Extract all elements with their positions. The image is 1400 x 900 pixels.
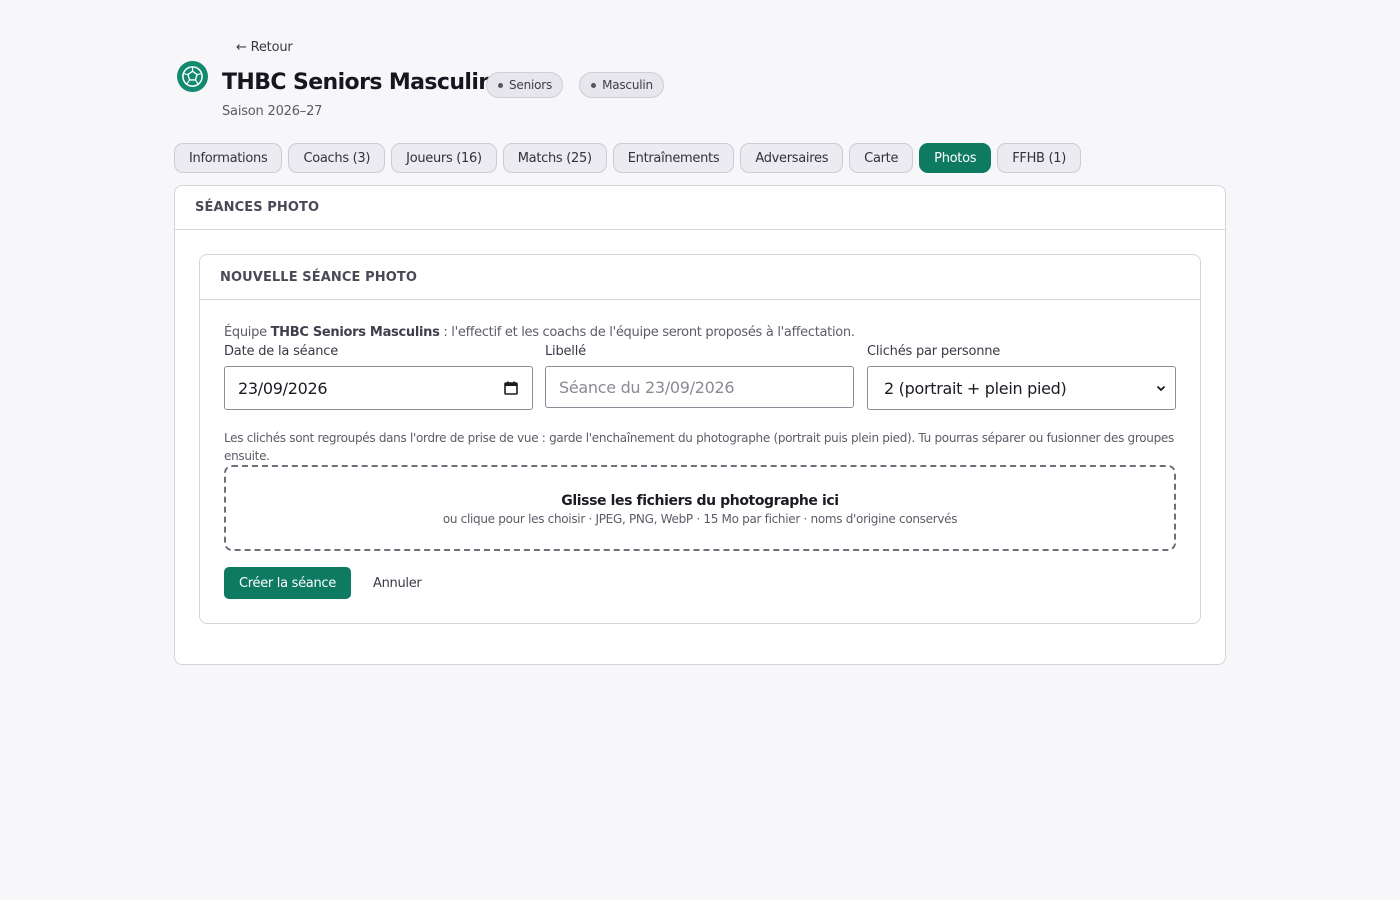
gender-badge: Masculin bbox=[579, 72, 664, 98]
team-intro-text: Équipe THBC Seniors Masculins : l'effect… bbox=[224, 325, 855, 340]
cancel-button[interactable]: Annuler bbox=[373, 567, 422, 599]
gender-badge-label: Masculin bbox=[602, 78, 653, 92]
chevron-down-icon bbox=[1156, 385, 1166, 392]
team-tabs: Informations Coachs (3) Joueurs (16) Mat… bbox=[174, 143, 1082, 173]
cliches-label: Clichés par personne bbox=[867, 344, 1001, 359]
back-link[interactable]: ← Retour bbox=[236, 40, 293, 55]
badge-dot-icon bbox=[498, 82, 503, 88]
tab-coachs[interactable]: Coachs (3) bbox=[288, 143, 386, 173]
date-label: Date de la séance bbox=[224, 344, 339, 359]
new-session-card: NOUVELLE SÉANCE PHOTO Équipe THBC Senior… bbox=[199, 254, 1201, 624]
cliches-select[interactable]: 2 (portrait + plein pied) bbox=[867, 366, 1176, 410]
card-title: NOUVELLE SÉANCE PHOTO bbox=[200, 255, 1200, 300]
date-field: Date de la séance 23/09/2026 bbox=[224, 344, 533, 410]
calendar-icon[interactable] bbox=[503, 380, 519, 396]
tab-matchs[interactable]: Matchs (25) bbox=[502, 143, 607, 173]
tab-adversaires[interactable]: Adversaires bbox=[740, 143, 844, 173]
libelle-field: Libellé Séance du 23/09/2026 bbox=[545, 344, 854, 408]
libelle-input[interactable]: Séance du 23/09/2026 bbox=[545, 366, 854, 408]
photo-sessions-panel: SÉANCES PHOTO NOUVELLE SÉANCE PHOTO Équi… bbox=[174, 185, 1226, 665]
tab-ffhb[interactable]: FFHB (1) bbox=[997, 143, 1082, 173]
date-input[interactable]: 23/09/2026 bbox=[224, 366, 533, 410]
file-dropzone[interactable]: Glisse les fichiers du photographe ici o… bbox=[224, 465, 1176, 551]
category-badge-label: Seniors bbox=[509, 78, 553, 92]
badge-dot-icon bbox=[591, 82, 597, 88]
tab-carte[interactable]: Carte bbox=[849, 143, 914, 173]
tab-photos[interactable]: Photos bbox=[919, 143, 992, 173]
tab-informations[interactable]: Informations bbox=[174, 143, 283, 173]
cliches-field: Clichés par personne 2 (portrait + plein… bbox=[867, 344, 1176, 410]
tab-entrainements[interactable]: Entraînements bbox=[612, 143, 735, 173]
grouping-hint: Les clichés sont regroupés dans l'ordre … bbox=[224, 431, 1174, 463]
panel-title: SÉANCES PHOTO bbox=[175, 186, 1225, 230]
cliches-value: 2 (portrait + plein pied) bbox=[884, 378, 1067, 398]
date-value: 23/09/2026 bbox=[238, 378, 328, 398]
tab-joueurs[interactable]: Joueurs (16) bbox=[391, 143, 497, 173]
season-label: Saison 2026–27 bbox=[222, 104, 323, 119]
libelle-label: Libellé bbox=[545, 344, 586, 359]
category-badge: Seniors bbox=[486, 72, 564, 98]
team-badges: Seniors Masculin bbox=[486, 72, 664, 98]
dropzone-subtitle: ou clique pour les choisir · JPEG, PNG, … bbox=[442, 511, 958, 526]
create-session-button[interactable]: Créer la séance bbox=[224, 567, 351, 599]
dropzone-title: Glisse les fichiers du photographe ici bbox=[561, 492, 839, 509]
team-logo-icon bbox=[177, 61, 208, 92]
page-title: THBC Seniors Masculins bbox=[222, 70, 506, 95]
intro-prefix: Équipe bbox=[224, 325, 271, 340]
intro-team-name: THBC Seniors Masculins bbox=[270, 325, 440, 340]
intro-suffix: : l'effectif et les coachs de l'équipe s… bbox=[439, 325, 855, 340]
